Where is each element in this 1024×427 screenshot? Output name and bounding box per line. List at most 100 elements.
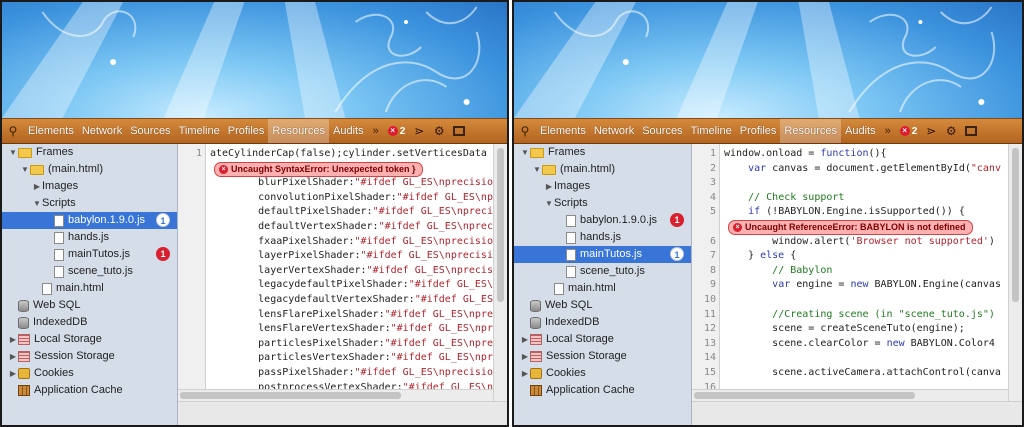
tree-item-main-html[interactable]: main.html [514,280,691,297]
more-tabs-button[interactable]: » [880,125,896,137]
tree-item-babylon-1-9-0-js[interactable]: babylon.1.9.0.js 1 [2,212,177,229]
tree-item-images[interactable]: ▶ Images [2,178,177,195]
tree-item-scripts[interactable]: ▼ Scripts [2,195,177,212]
tree-item-hands-js[interactable]: hands.js [2,229,177,246]
code-token: defaultVertexShader: [210,221,379,232]
tab-profiles[interactable]: Profiles [224,119,269,143]
tree-item-scene-tuto-js[interactable]: scene_tuto.js [2,263,177,280]
code-token: "#ifdef GL_ES\nprecision m [354,235,508,247]
tab-network[interactable]: Network [590,119,638,143]
code-text: window.onload = function(){ [724,147,887,162]
scrollbar-thumb[interactable] [694,392,916,399]
horizontal-scrollbar[interactable] [692,389,1008,401]
expand-down-icon[interactable]: ▼ [8,144,18,161]
tab-audits[interactable]: Audits [841,119,880,143]
tree-item-local-storage[interactable]: ▶ Local Storage [514,331,691,348]
tree-item-cookies[interactable]: ▶ Cookies [514,365,691,382]
expand-down-icon[interactable]: ▼ [32,195,42,212]
tab-elements[interactable]: Elements [24,119,78,143]
expand-down-icon[interactable]: ▼ [544,195,554,212]
tree-item-cookies[interactable]: ▶ Cookies [2,365,177,382]
code-line: 9 var engine = new BABYLON.Engine(canvas [692,278,1022,293]
code-token: blurPixelShader: [210,177,355,189]
settings-gear-icon[interactable]: ⚙ [941,124,961,138]
source-code-editor[interactable]: 1 window.onload = function(){2 var canvas… [692,144,1022,425]
code-text: lensFlareVertexShader:"#ifdef GL_ES\npre… [210,322,505,337]
tab-audits[interactable]: Audits [329,119,368,143]
tree-item-local-storage[interactable]: ▶ Local Storage [2,331,177,348]
dock-icon[interactable] [453,126,466,136]
code-token: particlesVertexShader: [210,352,391,364]
tree-item-main-html[interactable]: ▼ (main.html) [2,161,177,178]
tree-item-label: hands.js [68,231,109,243]
code-text: particlesPixelShader:"#ifdef GL_ES\nprec… [210,337,507,352]
tab-timeline[interactable]: Timeline [687,119,736,143]
error-text: Uncaught SyntaxError: Unexpected token } [231,163,416,174]
tree-item-frames[interactable]: ▼ Frames [2,144,177,161]
code-line: 1 window.onload = function(){ [692,147,1022,162]
tree-item-session-storage[interactable]: ▶ Session Storage [2,348,177,365]
tree-item-hands-js[interactable]: hands.js [514,229,691,246]
expand-right-icon[interactable]: ▶ [8,365,18,382]
tab-elements[interactable]: Elements [536,119,590,143]
more-tabs-button[interactable]: » [368,125,384,137]
expand-right-icon[interactable]: ▶ [8,331,18,348]
tree-item-indexeddb[interactable]: IndexedDB [514,314,691,331]
code-token: // Babylon [772,264,833,276]
tree-item-indexeddb[interactable]: IndexedDB [2,314,177,331]
resources-sidebar: ▼ Frames ▼ (main.html) ▶ Images ▼ Scripts babylo… [2,144,178,425]
file-icon [554,282,564,295]
tab-resources[interactable]: Resources [780,119,841,143]
expand-right-icon[interactable]: ▶ [520,331,530,348]
vertical-scrollbar[interactable] [1008,144,1022,401]
tree-item-web-sql[interactable]: Web SQL [2,297,177,314]
scrollbar-thumb[interactable] [497,148,504,303]
tree-item-application-cache[interactable]: Application Cache [2,382,177,399]
line-number: 6 [709,235,716,247]
expand-right-icon[interactable]: ▶ [32,178,42,195]
dock-icon[interactable] [965,126,978,136]
scrollbar-thumb[interactable] [180,392,401,399]
tree-item-main-html[interactable]: ▼ (main.html) [514,161,691,178]
tab-sources[interactable]: Sources [638,119,686,143]
tree-item-session-storage[interactable]: ▶ Session Storage [514,348,691,365]
settings-gear-icon[interactable]: ⚙ [429,124,449,138]
tree-item-web-sql[interactable]: Web SQL [514,297,691,314]
tab-sources[interactable]: Sources [126,119,174,143]
devtools-toolbar: ⚲ Elements Network Sources Timeline Profiles R… [2,118,507,144]
horizontal-scrollbar[interactable] [178,389,493,401]
tab-profiles[interactable]: Profiles [736,119,781,143]
tree-item-main-html[interactable]: main.html [2,280,177,297]
tree-item-application-cache[interactable]: Application Cache [514,382,691,399]
editor-status-bar [178,401,507,425]
tree-item-frames[interactable]: ▼ Frames [514,144,691,161]
expand-down-icon[interactable]: ▼ [532,161,542,178]
error-count-badge[interactable]: × 2 [896,126,922,137]
scrollbar-thumb[interactable] [1012,148,1019,303]
tree-item-label: Cookies [34,367,74,379]
expand-down-icon[interactable]: ▼ [20,161,30,178]
error-count-badge[interactable]: × 2 [384,126,410,137]
expand-right-icon[interactable]: ▶ [8,348,18,365]
expand-right-icon[interactable]: ▶ [520,348,530,365]
tree-item-scripts[interactable]: ▼ Scripts [514,195,691,212]
console-icon[interactable]: ⋗ [921,124,941,138]
tree-item-maintutos-js[interactable]: mainTutos.js 1 [2,246,177,263]
tab-resources[interactable]: Resources [268,119,329,143]
source-code-editor[interactable]: 1 ateCylinderCap(false);cylinder.setVerti… [178,144,507,425]
tree-item-images[interactable]: ▶ Images [514,178,691,195]
expand-right-icon[interactable]: ▶ [544,178,554,195]
tab-network[interactable]: Network [78,119,126,143]
tree-item-maintutos-js[interactable]: mainTutos.js 1 [514,246,691,263]
code-token: "canv [970,162,1001,174]
tab-timeline[interactable]: Timeline [175,119,224,143]
expand-right-icon[interactable]: ▶ [520,365,530,382]
search-icon[interactable]: ⚲ [514,119,536,143]
database-icon [530,299,541,312]
tree-item-scene-tuto-js[interactable]: scene_tuto.js [514,263,691,280]
tree-item-babylon-1-9-0-js[interactable]: babylon.1.9.0.js 1 [514,212,691,229]
search-icon[interactable]: ⚲ [2,119,24,143]
console-icon[interactable]: ⋗ [409,124,429,138]
vertical-scrollbar[interactable] [493,144,507,401]
expand-down-icon[interactable]: ▼ [520,144,530,161]
